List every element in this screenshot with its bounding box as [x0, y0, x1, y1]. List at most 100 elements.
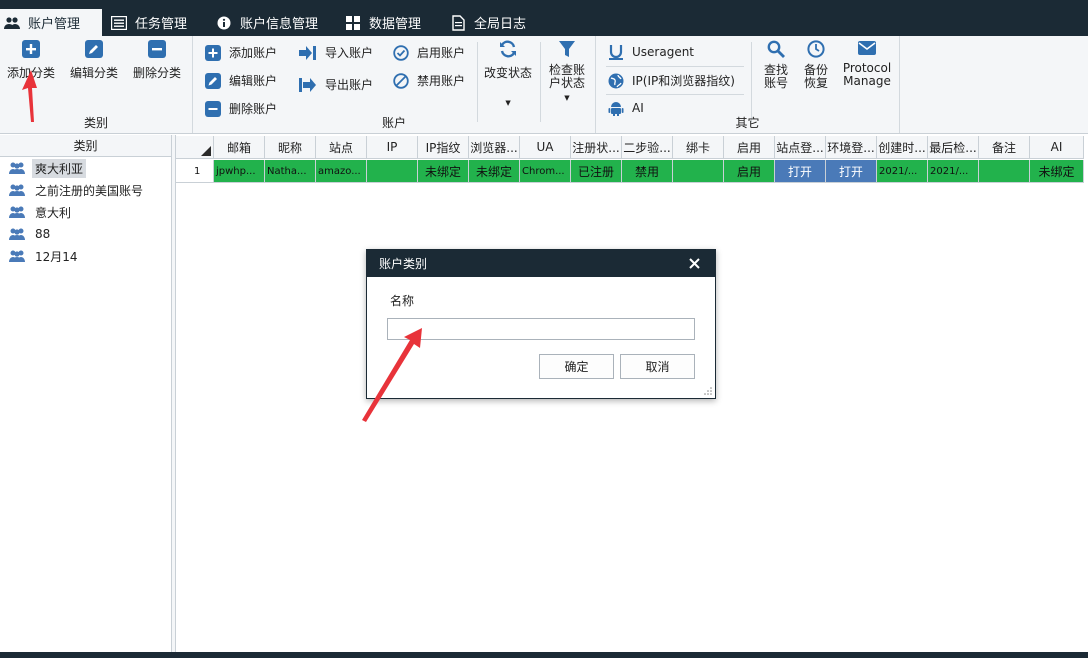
- users-icon: [9, 162, 25, 174]
- cell-register-status[interactable]: 已注册: [571, 160, 622, 183]
- cell-enabled[interactable]: 启用: [724, 160, 775, 183]
- open-site-login-button[interactable]: 打开: [775, 160, 826, 183]
- column-header[interactable]: AI: [1030, 136, 1084, 159]
- ip-fingerprint-label: IP(IP和浏览器指纹): [632, 74, 735, 88]
- cell-ua[interactable]: Chrom...: [520, 160, 571, 183]
- ok-button[interactable]: 确定: [539, 354, 614, 379]
- table-row[interactable]: 1 jpwhp... Natha... amazo... 未绑定 未绑定 Chr…: [176, 160, 1084, 183]
- column-header[interactable]: 邮箱: [214, 136, 265, 159]
- find-account-label: 查找账号: [763, 63, 788, 90]
- dropdown-icon[interactable]: ▼: [505, 99, 510, 107]
- tab-task-management[interactable]: 任务管理: [111, 9, 187, 36]
- check-circle-icon: [393, 44, 409, 61]
- export-account-button[interactable]: 导出账户: [299, 76, 373, 93]
- delete-category-button[interactable]: 删除分类: [133, 40, 181, 81]
- cell-browser[interactable]: 未绑定: [469, 160, 520, 183]
- cell-last-check[interactable]: 2021/...: [928, 160, 979, 183]
- column-header[interactable]: 昵称: [265, 136, 316, 159]
- tab-global-log[interactable]: 全局日志: [450, 9, 526, 36]
- column-header[interactable]: UA: [520, 136, 571, 159]
- category-label: 意大利: [35, 205, 72, 220]
- cell-ip-fingerprint[interactable]: 未绑定: [418, 160, 469, 183]
- open-env-login-button[interactable]: 打开: [826, 160, 877, 183]
- protocol-manage-button[interactable]: Protocol Manage: [841, 40, 893, 88]
- column-header[interactable]: 站点: [316, 136, 367, 159]
- edit-account-button[interactable]: 编辑账户: [205, 72, 277, 89]
- add-category-button[interactable]: 添加分类: [7, 40, 55, 81]
- column-header[interactable]: IP指纹: [418, 136, 469, 159]
- envelope-icon: [858, 41, 876, 55]
- dropdown-icon[interactable]: ▼: [564, 94, 569, 102]
- users-icon: [9, 228, 25, 240]
- cell-nickname[interactable]: Natha...: [265, 160, 316, 183]
- cell-ai[interactable]: 未绑定: [1030, 160, 1084, 183]
- ribbon-separator: [540, 42, 541, 122]
- cancel-button[interactable]: 取消: [620, 354, 695, 379]
- ip-fingerprint-button[interactable]: IP(IP和浏览器指纹): [608, 72, 735, 89]
- find-account-button[interactable]: 查找账号: [761, 40, 791, 90]
- category-item[interactable]: 之前注册的美国账号: [0, 179, 171, 201]
- users-icon: [9, 206, 25, 218]
- protocol-manage-label: Protocol Manage: [842, 61, 892, 88]
- plus-icon: [22, 40, 40, 58]
- column-header[interactable]: 启用: [724, 136, 775, 159]
- cell-card[interactable]: [673, 160, 724, 183]
- column-header[interactable]: 浏览器...: [469, 136, 520, 159]
- cell-site[interactable]: amazo...: [316, 160, 367, 183]
- cell-note[interactable]: [979, 160, 1030, 183]
- ribbon-separator: [606, 66, 744, 67]
- column-header[interactable]: 注册状...: [571, 136, 622, 159]
- cell-email[interactable]: jpwhp...: [214, 160, 265, 183]
- column-header[interactable]: 绑卡: [673, 136, 724, 159]
- select-all-corner[interactable]: [176, 136, 214, 159]
- tab-data-management[interactable]: 数据管理: [345, 9, 421, 36]
- category-item[interactable]: 12月14: [0, 245, 171, 267]
- close-icon[interactable]: [687, 256, 701, 270]
- disable-account-button[interactable]: 禁用账户: [393, 72, 465, 89]
- grid-header-row: 邮箱 昵称 站点 IP IP指纹 浏览器... UA 注册状... 二步验...…: [176, 136, 1084, 159]
- users-icon: [9, 184, 25, 196]
- column-header[interactable]: 创建时...: [877, 136, 928, 159]
- cell-created[interactable]: 2021/...: [877, 160, 928, 183]
- column-header[interactable]: 站点登...: [775, 136, 826, 159]
- clock-icon: [807, 40, 825, 58]
- column-header[interactable]: 备注: [979, 136, 1030, 159]
- dialog-titlebar[interactable]: 账户类别: [367, 250, 715, 277]
- grid-icon: [345, 15, 361, 31]
- plus-icon: [205, 44, 221, 61]
- disable-account-label: 禁用账户: [417, 74, 466, 88]
- useragent-button[interactable]: Useragent: [608, 44, 694, 60]
- column-header[interactable]: 最后检...: [928, 136, 979, 159]
- corner-triangle-icon: [201, 146, 211, 156]
- list-icon: [111, 15, 127, 31]
- edit-category-button[interactable]: 编辑分类: [70, 40, 118, 81]
- category-item[interactable]: 意大利: [0, 201, 171, 223]
- tab-account-management[interactable]: 账户管理: [0, 9, 102, 36]
- tab-label: 账户管理: [28, 17, 81, 32]
- enable-account-label: 启用账户: [417, 46, 466, 60]
- backup-restore-button[interactable]: 备份恢复: [801, 40, 831, 90]
- check-status-button[interactable]: 检查账户状态 ▼: [545, 40, 589, 102]
- change-status-button[interactable]: 改变状态 ▼: [484, 40, 532, 107]
- column-header[interactable]: IP: [367, 136, 418, 159]
- enable-account-button[interactable]: 启用账户: [393, 44, 465, 61]
- category-label: 12月14: [35, 249, 78, 264]
- category-name-input[interactable]: [387, 318, 695, 340]
- users-icon: [9, 250, 25, 262]
- cell-ip[interactable]: [367, 160, 418, 183]
- row-number[interactable]: 1: [176, 160, 214, 183]
- tab-account-info[interactable]: 账户信息管理: [216, 9, 318, 36]
- add-category-label: 添加分类: [7, 66, 56, 80]
- category-label: 爽大利亚: [32, 158, 87, 178]
- column-header[interactable]: 二步验...: [622, 136, 673, 159]
- import-account-button[interactable]: 导入账户: [299, 44, 373, 61]
- category-item[interactable]: 爽大利亚: [0, 157, 171, 179]
- add-account-button[interactable]: 添加账户: [205, 44, 277, 61]
- ribbon-group-other: Useragent IP(IP和浏览器指纹) AI 查找账号 备份恢复 Prot…: [596, 36, 900, 133]
- cell-two-step[interactable]: 禁用: [622, 160, 673, 183]
- column-header[interactable]: 环境登...: [826, 136, 877, 159]
- tab-label: 账户信息管理: [240, 17, 319, 32]
- resize-grip-icon[interactable]: [704, 387, 712, 395]
- category-item[interactable]: 88: [0, 223, 171, 245]
- search-icon: [767, 40, 785, 58]
